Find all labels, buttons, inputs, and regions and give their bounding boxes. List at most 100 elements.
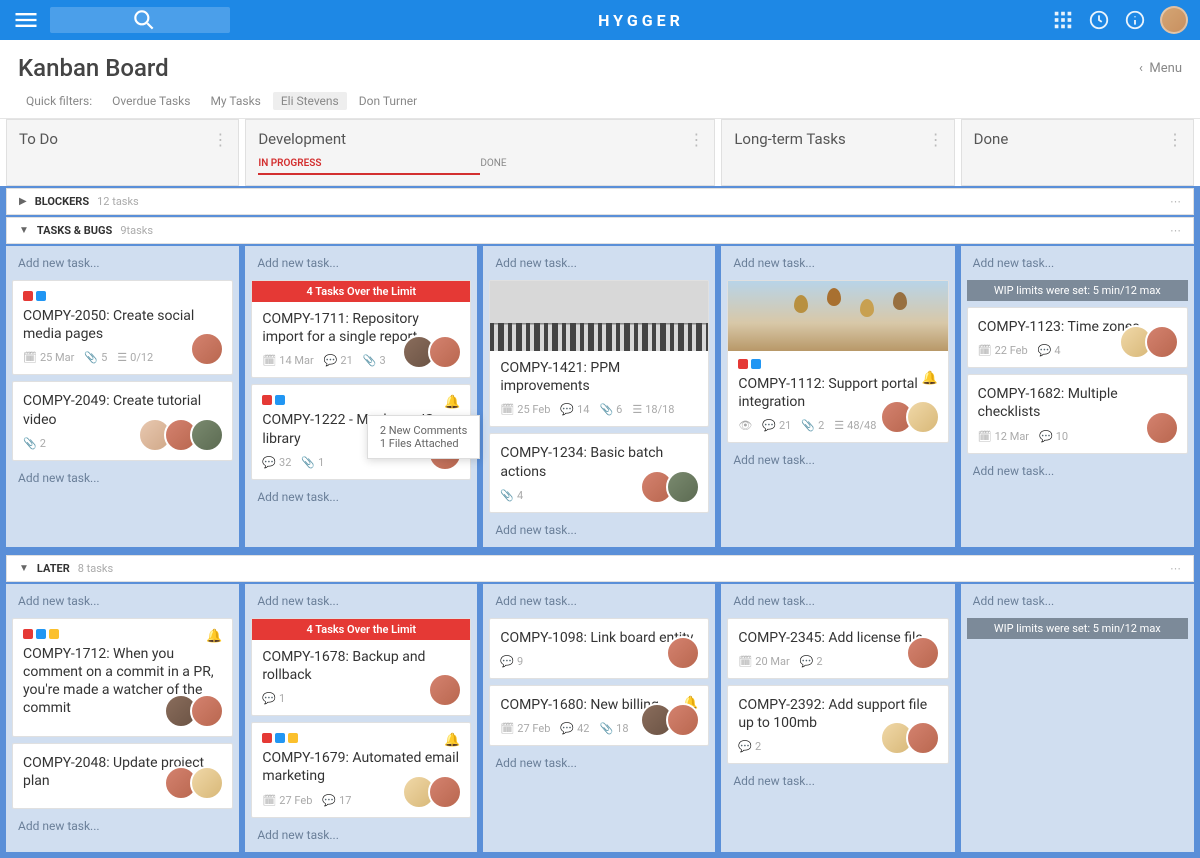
user-avatar[interactable] [1160,6,1188,34]
attachment-icon: 📎 2 [23,437,46,450]
subtab-done[interactable]: DONE [480,154,702,175]
add-task-button[interactable]: Add new task... [489,752,709,774]
card-image [490,281,708,351]
swimlane-blockers[interactable]: ▶ BLOCKERS 12 tasks ⋯ [6,188,1194,215]
filter-overdue[interactable]: Overdue Tasks [104,92,198,110]
add-task-button[interactable]: Add new task... [251,824,471,846]
card-image [728,281,947,351]
avatar [428,775,462,809]
card[interactable]: COMPY-1421: PPM improvements 🗓 25 Feb 💬 … [489,280,709,427]
card[interactable]: COMPY-2345: Add license file 🗓 20 Mar 💬 … [727,618,948,679]
add-task-button[interactable]: Add new task... [727,449,948,471]
chevron-down-icon: ▼ [19,563,29,574]
card[interactable]: 🔔 COMPY-1679: Automated email marketing … [251,722,471,817]
column-more-icon[interactable]: ⋮ [212,130,228,149]
more-icon[interactable]: ⋯ [1170,224,1181,237]
add-task-button[interactable]: Add new task... [12,590,233,612]
bell-icon: 🔔 [921,371,937,386]
card[interactable]: 🔔 COMPY-1680: New billing 🗓 27 Feb 💬 42 … [489,685,709,746]
lane-inprogress: Add new task... 4 Tasks Over the Limit C… [245,584,477,852]
info-icon[interactable] [1124,9,1146,31]
add-task-button[interactable]: Add new task... [727,770,948,792]
comment-icon: 💬 32 [262,456,291,469]
add-task-button[interactable]: Add new task... [12,815,233,837]
column-more-icon[interactable]: ⋮ [1167,130,1183,149]
add-task-button[interactable]: Add new task... [251,252,471,274]
column-development: Development⋮ IN PROGRESS DONE [245,119,715,186]
avatar [666,636,700,670]
comment-icon: 💬 14 [560,403,589,416]
lane-done: Add new task... WIP limits were set: 5 m… [961,584,1194,852]
subtab-inprogress[interactable]: IN PROGRESS [258,154,480,175]
swimlane-later[interactable]: ▼ LATER 8 tasks ⋯ [6,555,1194,582]
card[interactable]: COMPY-2049: Create tutorial video 📎 2 [12,381,233,460]
menu-link[interactable]: ‹ Menu [1139,61,1182,76]
card[interactable]: 🔔 COMPY-1712: When you comment on a comm… [12,618,233,737]
add-task-button[interactable]: Add new task... [727,590,948,612]
avatar [906,636,940,670]
card[interactable]: COMPY-1098: Link board entity 💬 9 [489,618,709,679]
tooltip: 2 New Comments1 Files Attached [367,415,481,459]
card[interactable]: COMPY-2050: Create social media pages 🗓 … [12,280,233,375]
calendar-icon: 🗓 12 Mar [978,430,1029,443]
card[interactable]: 4 Tasks Over the Limit COMPY-1711: Repos… [251,280,471,378]
card[interactable]: COMPY-2048: Update project plan [12,743,233,809]
filter-mytasks[interactable]: My Tasks [202,92,268,110]
apps-icon[interactable] [1052,9,1074,31]
chevron-right-icon: ▶ [19,196,27,207]
calendar-icon: 🗓 20 Mar [738,655,789,668]
card[interactable]: COMPY-2392: Add support file up to 100mb… [727,685,948,764]
add-task-button[interactable]: Add new task... [12,467,233,489]
more-icon[interactable]: ⋯ [1170,195,1181,208]
add-task-button[interactable]: Add new task... [967,252,1188,274]
filter-eli[interactable]: Eli Stevens [273,92,347,110]
comment-icon: 💬 42 [560,722,589,735]
comment-icon: 💬 1 [262,692,285,705]
attachment-icon: 📎 3 [363,354,386,367]
add-task-button[interactable]: Add new task... [12,252,233,274]
label-red [262,733,272,743]
column-more-icon[interactable]: ⋮ [928,130,944,149]
card[interactable]: COMPY-1234: Basic batch actions 📎 4 [489,433,709,512]
card[interactable]: 4 Tasks Over the Limit COMPY-1678: Backu… [251,618,471,716]
avatar [1145,325,1179,359]
swimlane-tasksbugs[interactable]: ▼ TASKS & BUGS 9tasks ⋯ [6,217,1194,244]
board-header: Kanban Board ‹ Menu Quick filters: Overd… [0,40,1200,118]
column-more-icon[interactable]: ⋮ [688,130,704,149]
add-task-button[interactable]: Add new task... [489,590,709,612]
card[interactable]: 🔔 COMPY-1112: Support portal integration… [727,280,948,443]
checklist-icon: ☰ 48/48 [834,419,876,432]
label-red [738,359,748,369]
add-task-button[interactable]: Add new task... [251,590,471,612]
lane-todo: Add new task... 🔔 COMPY-1712: When you c… [6,584,239,852]
label-blue [275,395,285,405]
comment-icon: 💬 21 [324,354,353,367]
card[interactable]: COMPY-1682: Multiple checklists 🗓 12 Mar… [967,374,1188,453]
hamburger-icon[interactable] [12,6,40,34]
more-icon[interactable]: ⋯ [1170,562,1181,575]
quick-filters: Quick filters: Overdue Tasks My Tasks El… [18,92,1182,118]
avatar [666,703,700,737]
comment-icon: 💬 2 [738,740,761,753]
label-red [23,629,33,639]
add-task-button[interactable]: Add new task... [727,252,948,274]
lane-inprogress: Add new task... 4 Tasks Over the Limit C… [245,246,477,547]
calendar-icon: 🗓 14 Mar [262,354,313,367]
filter-don[interactable]: Don Turner [351,92,425,110]
avatar [190,694,224,728]
add-task-button[interactable]: Add new task... [967,460,1188,482]
label-yellow [49,629,59,639]
card[interactable]: COMPY-1123: Time zones 🗓 22 Feb 💬 4 [967,307,1188,368]
clock-icon[interactable] [1088,9,1110,31]
add-task-button[interactable]: Add new task... [967,590,1188,612]
comment-icon: 💬 4 [1038,344,1061,357]
card[interactable]: 🔔 COMPY-1222 - Mashups JS library 💬 32 📎… [251,384,471,479]
filters-label: Quick filters: [18,92,100,110]
wip-banner: WIP limits were set: 5 min/12 max [967,280,1188,301]
attachment-icon: 📎 18 [599,722,628,735]
calendar-icon: 🗓 27 Feb [262,794,312,807]
search-input[interactable] [50,7,230,33]
add-task-button[interactable]: Add new task... [251,486,471,508]
add-task-button[interactable]: Add new task... [489,252,709,274]
add-task-button[interactable]: Add new task... [489,519,709,541]
